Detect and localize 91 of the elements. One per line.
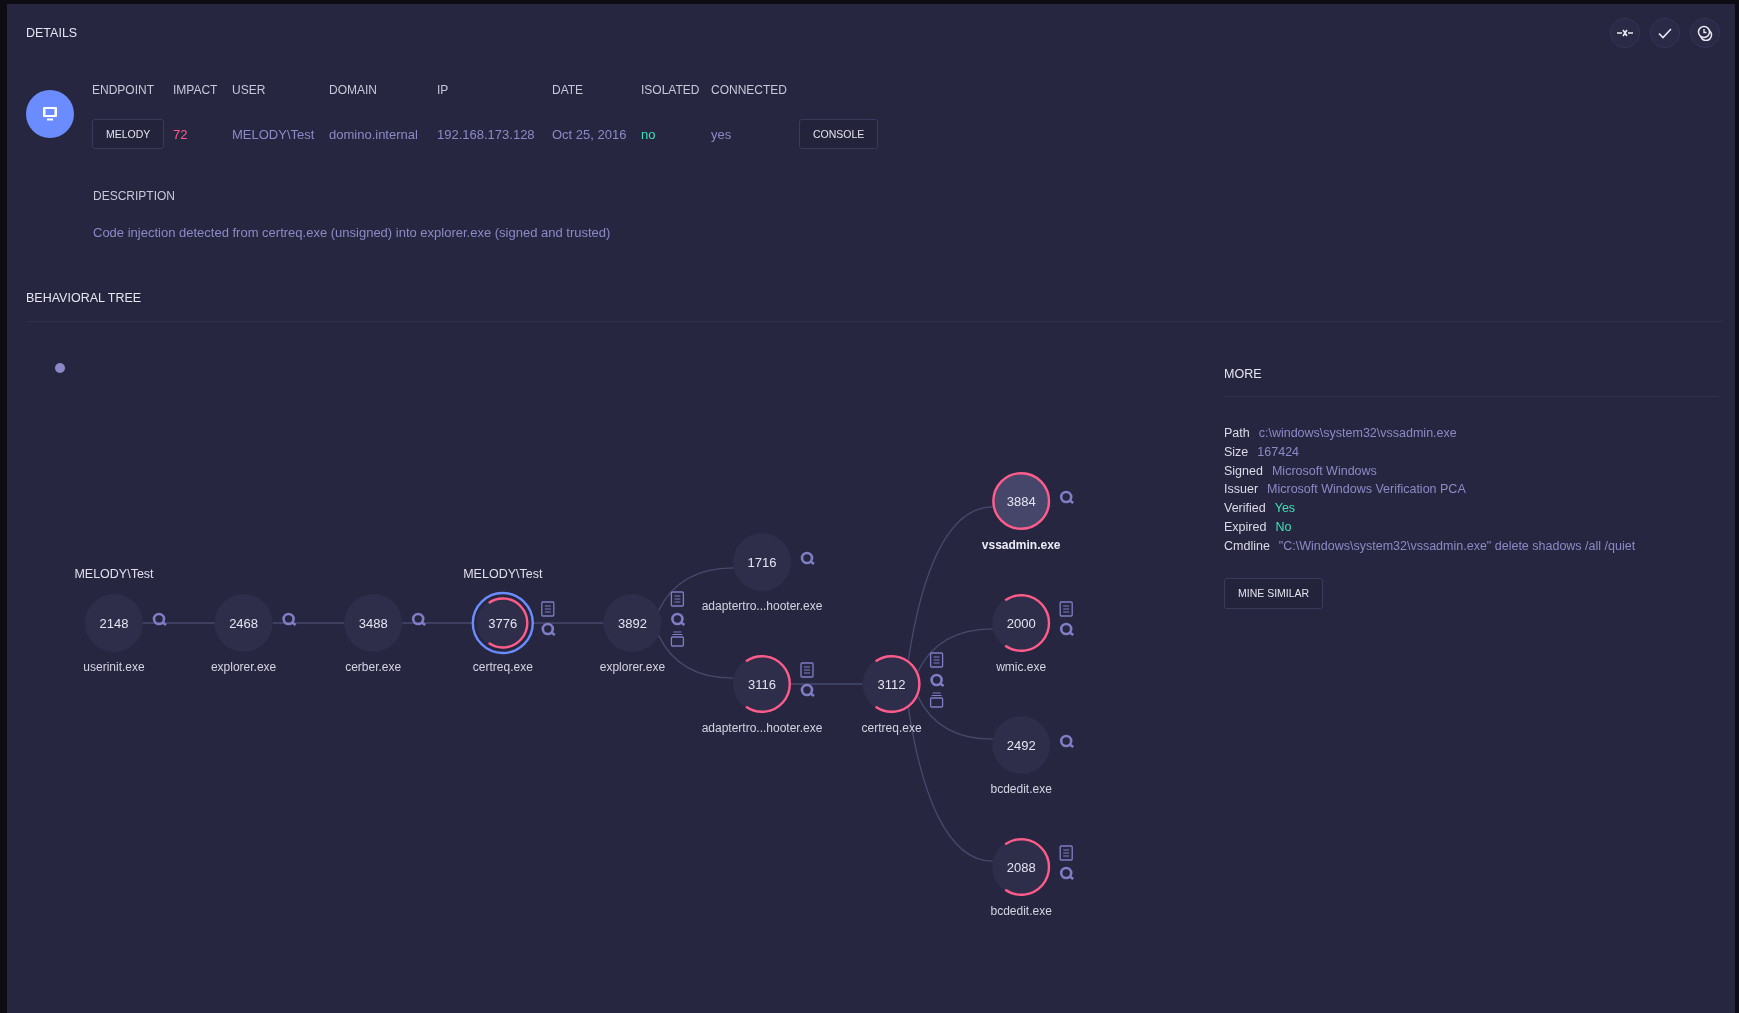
search-icon[interactable]: [541, 622, 556, 637]
document-icon[interactable]: [1059, 845, 1073, 861]
process-name: userinit.exe: [83, 660, 145, 674]
search-icon[interactable]: [671, 612, 686, 627]
search-icon[interactable]: [800, 683, 815, 698]
computer-avatar-icon: [26, 90, 74, 138]
process-node[interactable]: 2148: [85, 594, 143, 652]
section-title: DETAILS: [26, 25, 78, 41]
process-name: explorer.exe: [599, 660, 666, 674]
section-title: BEHAVIORAL TREE: [26, 291, 142, 305]
panel-title: MORE: [1224, 367, 1262, 381]
disconnect-icon: [1616, 27, 1634, 39]
field-value: yes: [711, 126, 732, 142]
field-value: domino.internal: [329, 126, 418, 142]
process-node[interactable]: 2468: [214, 594, 273, 652]
property-value: 167424: [1257, 443, 1300, 461]
field-value: 192.168.173.128: [437, 126, 535, 142]
disconnect-button[interactable]: [1610, 18, 1640, 48]
search-icon[interactable]: [152, 612, 167, 627]
endpoint-button[interactable]: MELODY: [92, 119, 165, 149]
process-node[interactable]: 3488: [344, 594, 403, 652]
search-icon[interactable]: [411, 612, 426, 627]
property-label: Cmdline: [1224, 537, 1270, 555]
confirm-button[interactable]: [1650, 18, 1680, 48]
property-label: Issuer: [1224, 481, 1259, 499]
process-name: vssadmin.exe: [981, 538, 1061, 552]
process-node[interactable]: 1716: [733, 533, 791, 591]
check-icon: [1657, 27, 1673, 39]
document-icon[interactable]: [670, 591, 685, 607]
stack-icon[interactable]: [670, 631, 685, 647]
field-value: MELODY\Test: [232, 126, 315, 142]
process-name: bcdedit.exe: [990, 904, 1052, 918]
process-name: adaptertro...hooter.exe: [701, 721, 823, 735]
column-label: CONNECTED: [711, 82, 788, 98]
property-label: Path: [1224, 425, 1250, 442]
document-icon[interactable]: [929, 652, 944, 668]
property-label: Expired: [1224, 519, 1267, 536]
property-label: Size: [1224, 443, 1249, 461]
process-name: wmic.exe: [996, 660, 1047, 674]
column-label: DATE: [552, 82, 585, 98]
property-value: "C:\Windows\system32\vssadmin.exe" delete shadows /all /quiet: [1278, 537, 1636, 555]
property-value: Microsoft Windows: [1271, 462, 1377, 480]
search-icon[interactable]: [1059, 734, 1074, 749]
field-value: Oct 25, 2016: [552, 126, 627, 142]
clock-icon: [1697, 25, 1713, 41]
description-label: DESCRIPTION: [93, 188, 176, 204]
process-name: bcdedit.exe: [990, 782, 1052, 796]
process-node[interactable]: 2088: [992, 838, 1051, 896]
process-name: cerber.exe: [345, 660, 402, 674]
document-icon[interactable]: [800, 662, 814, 678]
search-icon[interactable]: [930, 673, 945, 688]
field-value: 72: [173, 126, 188, 142]
process-name: explorer.exe: [210, 660, 277, 674]
search-icon[interactable]: [282, 612, 297, 627]
property-label: Verified: [1224, 500, 1266, 518]
document-icon[interactable]: [1059, 601, 1073, 617]
dot-marker: [55, 363, 65, 373]
property-value: c:\windows\system32\vssadmin.exe: [1258, 425, 1457, 442]
column-label: ISOLATED: [641, 82, 701, 98]
user-label: MELODY\Test: [74, 567, 154, 581]
mine-similar-button[interactable]: MINE SIMILAR: [1224, 577, 1324, 609]
process-name: certreq.exe: [861, 721, 922, 735]
process-node[interactable]: 2492: [992, 716, 1051, 774]
history-button[interactable]: [1690, 18, 1720, 48]
property-label: Signed: [1224, 462, 1263, 480]
search-icon[interactable]: [800, 551, 815, 566]
search-icon[interactable]: [1059, 622, 1074, 637]
process-node[interactable]: 3884: [992, 472, 1051, 530]
search-icon[interactable]: [1059, 866, 1074, 881]
property-value: Yes: [1274, 500, 1296, 518]
column-label: IP: [437, 82, 450, 98]
process-name: certreq.exe: [472, 660, 533, 674]
user-label: MELODY\Test: [463, 567, 543, 581]
process-node[interactable]: 3116: [733, 655, 791, 713]
process-node[interactable]: 3892: [603, 594, 662, 652]
column-label: ENDPOINT: [92, 82, 155, 98]
stack-icon[interactable]: [929, 692, 944, 708]
console-button[interactable]: CONSOLE: [799, 119, 879, 149]
process-node[interactable]: 2000: [992, 594, 1051, 652]
column-label: IMPACT: [173, 82, 219, 98]
process-node[interactable]: 3112: [862, 655, 921, 713]
process-node[interactable]: 3776: [471, 591, 534, 655]
search-icon[interactable]: [1059, 490, 1074, 505]
column-label: DOMAIN: [329, 82, 378, 98]
property-value: Microsoft Windows Verification PCA: [1267, 481, 1466, 499]
column-label: USER: [232, 82, 267, 98]
document-icon[interactable]: [541, 601, 555, 617]
field-value: no: [641, 126, 656, 142]
property-value: No: [1275, 519, 1292, 536]
description-text: Code injection detected from certreq.exe (unsigned) into explorer.exe (signed and trusted): [93, 225, 612, 241]
process-name: adaptertro...hooter.exe: [701, 599, 823, 613]
